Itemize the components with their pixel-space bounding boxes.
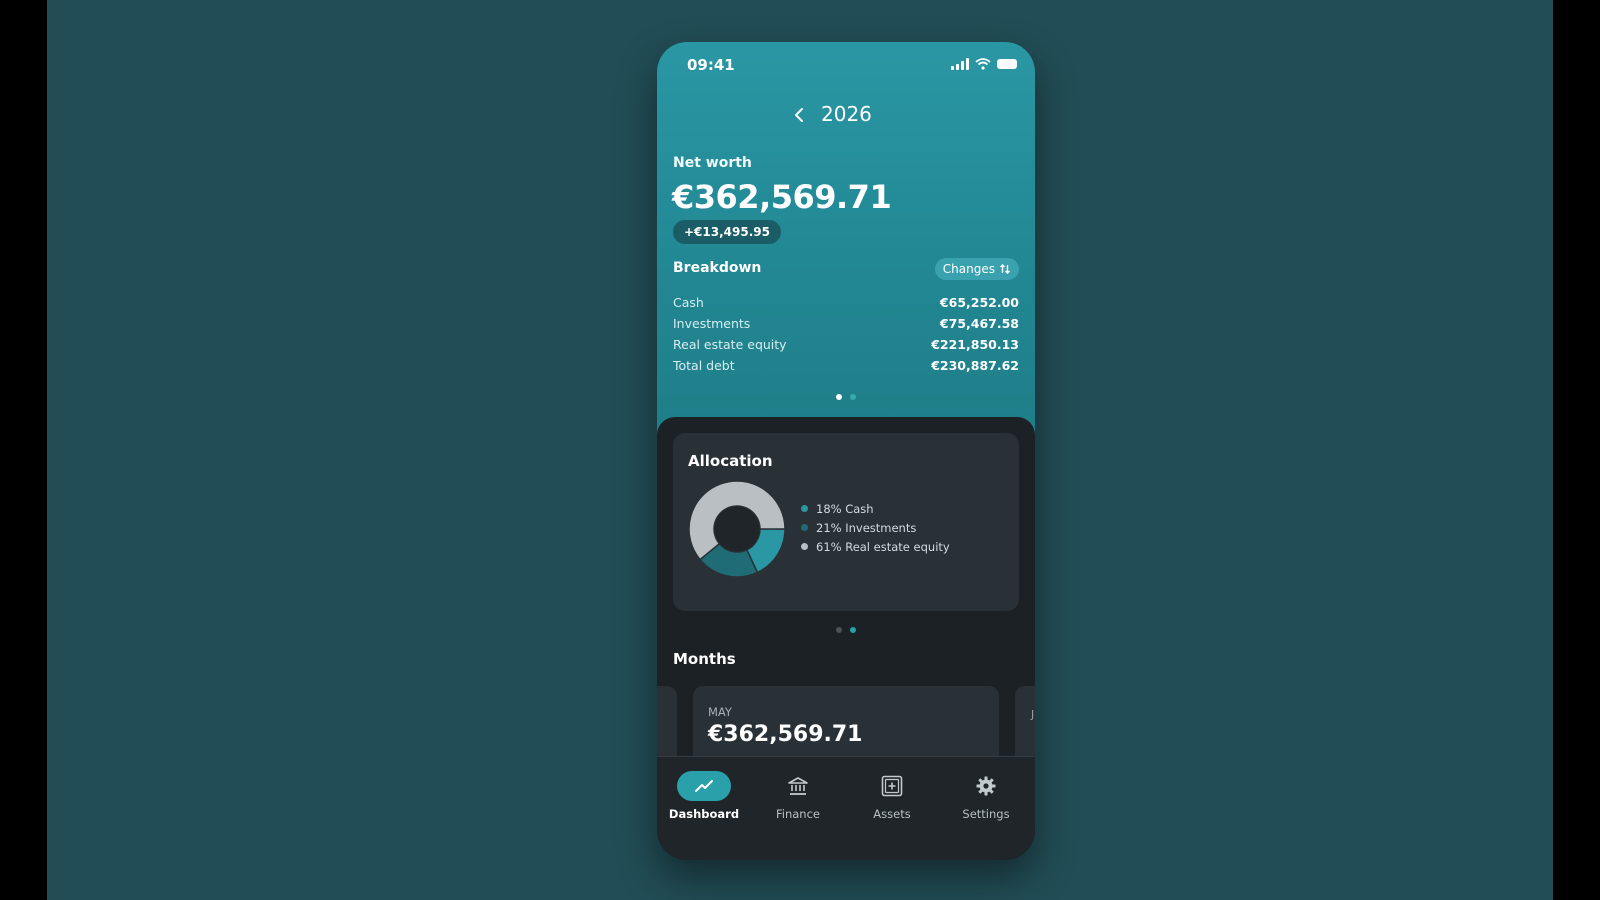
legend-item-investments: 21% Investments [801, 518, 950, 537]
tab-label: Settings [962, 807, 1010, 821]
month-label-peek: J [1031, 708, 1035, 721]
chevron-left-icon[interactable] [791, 106, 809, 124]
hero-page-indicator [657, 394, 1035, 400]
sort-icon [1000, 264, 1010, 274]
month-value: €362,569.71 [708, 722, 863, 747]
breakdown-row-real-estate: Real estate equity €221,850.13 [673, 334, 1019, 355]
net-worth-panel: 09:41 2026 Net worth €362,569.71 +€13,49… [657, 42, 1035, 434]
tab-label: Assets [873, 807, 911, 821]
tab-label: Finance [776, 807, 820, 821]
backdrop: 09:41 2026 Net worth €362,569.71 +€13,49… [47, 0, 1553, 900]
tab-label: Dashboard [668, 807, 740, 821]
changes-button[interactable]: Changes [934, 258, 1019, 280]
months-title: Months [673, 650, 736, 668]
breakdown-row-value: €75,467.58 [939, 316, 1019, 331]
year-label: 2026 [821, 102, 872, 126]
breakdown-row-value: €65,252.00 [939, 295, 1019, 310]
bank-icon [788, 777, 808, 795]
allocation-page-indicator [657, 627, 1035, 633]
legend-label: 61% Real estate equity [816, 539, 950, 554]
legend-dot [801, 505, 808, 512]
breakdown-row-label: Real estate equity [673, 337, 787, 352]
breakdown-title: Breakdown [673, 260, 762, 276]
gear-icon [976, 776, 996, 796]
legend-item-real-estate: 61% Real estate equity [801, 537, 950, 556]
legend-label: 21% Investments [816, 520, 917, 535]
breakdown-row-investments: Investments €75,467.58 [673, 313, 1019, 334]
breakdown-row-total-debt: Total debt €230,887.62 [673, 355, 1019, 376]
tab-finance[interactable]: Finance [751, 771, 845, 821]
status-icons [951, 58, 1017, 70]
signal-icon [951, 58, 969, 70]
breakdown-row-cash: Cash €65,252.00 [673, 292, 1019, 313]
legend-label: 18% Cash [816, 501, 874, 516]
assets-icon [881, 775, 903, 797]
tab-icon-pill [865, 771, 919, 801]
net-worth-change-badge: +€13,495.95 [673, 220, 781, 244]
breakdown-row-label: Investments [673, 316, 751, 331]
page-dot-active[interactable] [836, 394, 842, 400]
net-worth-value: €362,569.71 [672, 178, 892, 216]
tab-dashboard[interactable]: Dashboard [657, 771, 751, 821]
breakdown-row-value: €230,887.62 [931, 358, 1019, 373]
battery-icon [997, 59, 1017, 69]
bottom-tab-bar: Dashboard Finance Assets Settings [657, 756, 1035, 860]
month-card-may[interactable]: MAY €362,569.71 [693, 686, 999, 766]
breakdown-row-value: €221,850.13 [931, 337, 1019, 352]
tab-icon-pill [677, 771, 731, 801]
allocation-title: Allocation [688, 452, 773, 470]
changes-label: Changes [942, 262, 995, 276]
breakdown-row-label: Total debt [673, 358, 735, 373]
tab-assets[interactable]: Assets [845, 771, 939, 821]
month-label: MAY [708, 705, 732, 719]
phone-screen: 09:41 2026 Net worth €362,569.71 +€13,49… [657, 42, 1035, 860]
breakdown-list: Cash €65,252.00 Investments €75,467.58 R… [673, 292, 1019, 376]
allocation-card[interactable]: Allocation 18% Cash 21% Investments 61% … [673, 433, 1019, 611]
tab-icon-pill [771, 771, 825, 801]
tab-icon-pill [959, 771, 1013, 801]
legend-dot [801, 543, 808, 550]
year-selector: 2026 [657, 100, 1035, 130]
wifi-icon [975, 58, 991, 70]
page-dot-active[interactable] [850, 627, 856, 633]
legend-dot [801, 524, 808, 531]
legend-item-cash: 18% Cash [801, 499, 950, 518]
month-card-previous[interactable] [657, 686, 677, 766]
trend-icon [695, 780, 713, 792]
allocation-donut-chart [688, 480, 786, 578]
page-dot[interactable] [836, 627, 842, 633]
net-worth-label: Net worth [673, 155, 752, 171]
breakdown-row-label: Cash [673, 295, 704, 310]
status-time: 09:41 [687, 56, 735, 74]
month-card-next[interactable]: J [1015, 686, 1035, 766]
page-dot[interactable] [850, 394, 856, 400]
allocation-legend: 18% Cash 21% Investments 61% Real estate… [801, 499, 950, 556]
tab-settings[interactable]: Settings [939, 771, 1033, 821]
donut-hole [714, 506, 760, 552]
